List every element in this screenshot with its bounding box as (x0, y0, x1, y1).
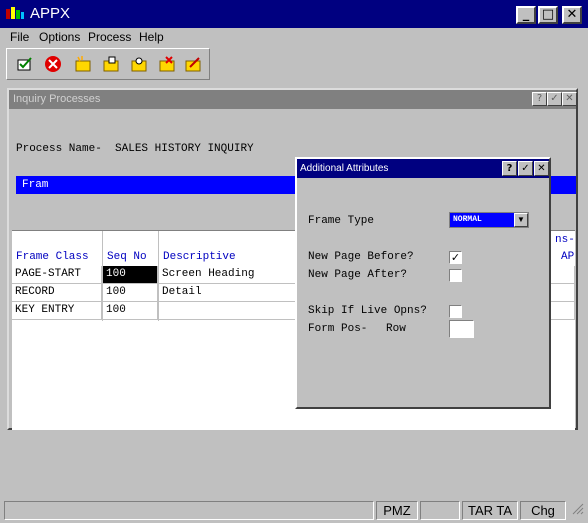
column-header-partial: ns- (555, 234, 575, 246)
cancel-icon[interactable] (43, 55, 63, 75)
edit-icon[interactable] (183, 55, 203, 75)
menu-file[interactable]: File (10, 30, 29, 44)
skip-if-live-checkbox[interactable] (449, 305, 462, 318)
column-header-frame-class: Frame Class (16, 251, 89, 263)
column-header-seq-no: Seq No (107, 251, 147, 263)
new-icon[interactable] (73, 55, 93, 75)
appx-logo-icon (6, 7, 24, 19)
help-icon[interactable]: ? (502, 161, 517, 176)
table-row-seq-no[interactable]: 100 (103, 266, 158, 284)
form-pos-row-input[interactable] (449, 320, 474, 338)
table-row-frame-class[interactable]: KEY ENTRY (12, 302, 102, 320)
status-message (4, 501, 374, 520)
table-row-seq-no[interactable]: 100 (103, 284, 158, 302)
find-icon[interactable] (129, 55, 149, 75)
window-title: APPX (30, 5, 71, 22)
frame-type-value: NORMAL (453, 215, 482, 224)
process-name-label: Process Name- (16, 143, 102, 155)
process-name-value: SALES HISTORY INQUIRY (115, 143, 254, 155)
menu-process[interactable]: Process (88, 30, 131, 44)
new-page-before-checkbox[interactable]: ✓ (449, 251, 462, 264)
check-icon[interactable] (15, 55, 35, 75)
close-icon[interactable]: ✕ (562, 92, 577, 106)
status-bar: PMZ TAR TA Chg (0, 498, 588, 523)
new-page-before-label: New Page Before? (308, 251, 414, 263)
frame-bar-label: Fram (22, 179, 49, 191)
dialog-title: Additional Attributes (300, 163, 389, 174)
menu-bar: File Options Process Help (0, 28, 588, 46)
new-page-after-label: New Page After? (308, 269, 408, 281)
column-header-ap: AP (561, 251, 575, 263)
open-icon[interactable] (101, 55, 121, 75)
menu-options[interactable]: Options (39, 30, 80, 44)
maximize-button[interactable]: □ (538, 6, 558, 24)
toolbar (6, 48, 210, 80)
table-row-frame-class[interactable]: RECORD (12, 284, 102, 302)
help-icon[interactable]: ? (532, 92, 547, 106)
new-page-after-checkbox[interactable] (449, 269, 462, 282)
menu-help[interactable]: Help (139, 30, 164, 44)
check-icon[interactable]: ✓ (518, 161, 533, 176)
status-empty (420, 501, 460, 520)
app-title-bar: APPX _ □ ✕ (0, 0, 588, 28)
status-pmz: PMZ (376, 501, 418, 520)
frame-type-select[interactable]: NORMAL ▼ (449, 212, 529, 228)
delete-icon[interactable] (157, 55, 177, 75)
process-name: Process Name- SALES HISTORY INQUIRY (16, 143, 254, 155)
status-tar: TAR TA (462, 501, 518, 520)
row-label: Row (386, 323, 406, 335)
form-pos-label: Form Pos- (308, 323, 368, 335)
dialog-title-bar: Additional Attributes ? ✓ ✕ (297, 159, 549, 178)
column-header-descriptive: Descriptive (163, 251, 236, 263)
check-icon[interactable]: ✓ (547, 92, 562, 106)
inquiry-title-bar: Inquiry Processes ? ✓ ✕ (9, 90, 577, 109)
status-chg: Chg (520, 501, 566, 520)
resize-grip-icon[interactable] (568, 501, 586, 520)
table-row-frame-class[interactable]: PAGE-START (12, 266, 102, 284)
additional-attributes-dialog: Additional Attributes ? ✓ ✕ Frame Type N… (295, 157, 551, 409)
close-button[interactable]: ✕ (562, 6, 582, 24)
frame-type-label: Frame Type (308, 215, 375, 227)
close-icon[interactable]: ✕ (534, 161, 549, 176)
inquiry-title: Inquiry Processes (13, 93, 101, 105)
minimize-button[interactable]: _ (516, 6, 536, 24)
table-row-seq-no[interactable]: 100 (103, 302, 158, 320)
skip-if-live-label: Skip If Live Opns? (308, 305, 427, 317)
chevron-down-icon[interactable]: ▼ (514, 213, 528, 227)
